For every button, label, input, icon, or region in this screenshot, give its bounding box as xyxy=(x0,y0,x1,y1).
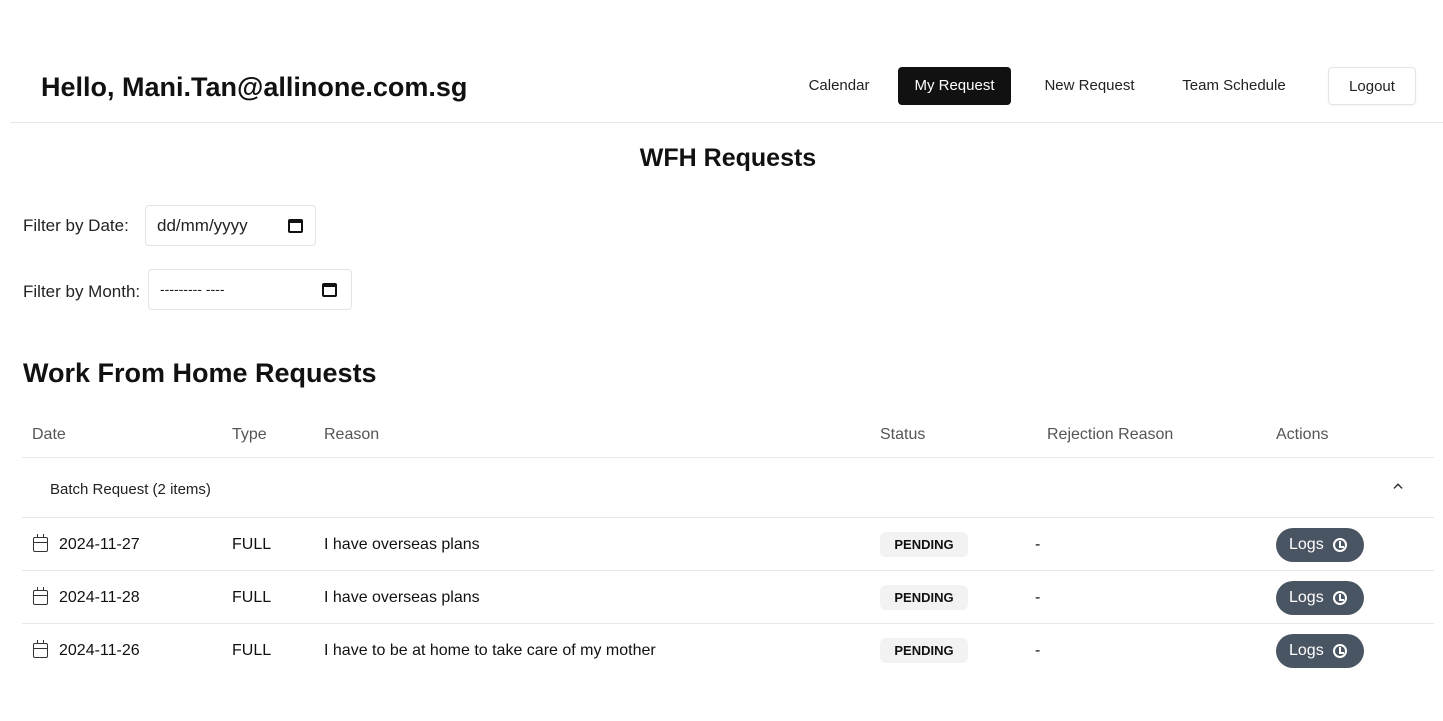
logs-button[interactable]: Logs xyxy=(1276,581,1364,615)
row-rejection-reason: - xyxy=(1035,642,1041,659)
calendar-icon[interactable] xyxy=(322,283,337,297)
logs-label: Logs xyxy=(1289,642,1324,659)
row-reason: I have to be at home to take care of my … xyxy=(324,642,656,659)
calendar-icon xyxy=(33,587,48,605)
calendar-icon[interactable] xyxy=(288,219,303,233)
column-header-date: Date xyxy=(32,426,66,443)
column-header-status: Status xyxy=(880,426,926,443)
row-rejection-reason: - xyxy=(1035,589,1041,606)
row-reason: I have overseas plans xyxy=(324,536,480,553)
chevron-up-icon[interactable] xyxy=(1393,483,1403,493)
row-type: FULL xyxy=(232,536,272,553)
row-date: 2024-11-27 xyxy=(59,536,140,553)
history-icon xyxy=(1333,644,1347,658)
column-header-type: Type xyxy=(232,426,267,443)
nav-calendar[interactable]: Calendar xyxy=(789,67,889,105)
date-filter-value: dd/mm/yyyy xyxy=(157,216,248,235)
column-header-actions: Actions xyxy=(1276,426,1329,443)
month-filter-input[interactable]: --------- ---- xyxy=(148,269,352,310)
batch-request-label[interactable]: Batch Request (2 items) xyxy=(50,481,211,498)
status-badge: PENDING xyxy=(880,638,968,663)
logout-button[interactable]: Logout xyxy=(1328,67,1416,105)
status-badge: PENDING xyxy=(880,532,968,557)
table-row: 2024-11-27 FULL I have overseas plans PE… xyxy=(22,518,1434,571)
history-icon xyxy=(1333,591,1347,605)
top-header: Hello, Mani.Tan@allinone.com.sg Calendar… xyxy=(10,52,1443,123)
calendar-icon xyxy=(33,640,48,658)
calendar-icon xyxy=(33,534,48,552)
logs-button[interactable]: Logs xyxy=(1276,528,1364,562)
logs-label: Logs xyxy=(1289,589,1324,606)
nav-team-schedule[interactable]: Team Schedule xyxy=(1174,67,1294,105)
column-header-rejection-reason: Rejection Reason xyxy=(1047,426,1174,443)
row-reason: I have overseas plans xyxy=(324,589,480,606)
filter-date-label: Filter by Date: xyxy=(23,216,129,235)
row-date: 2024-11-26 xyxy=(59,642,140,659)
row-type: FULL xyxy=(232,589,272,606)
greeting-title: Hello, Mani.Tan@allinone.com.sg xyxy=(41,72,468,102)
table-row: 2024-11-28 FULL I have overseas plans PE… xyxy=(22,571,1434,624)
logs-label: Logs xyxy=(1289,536,1324,553)
history-icon xyxy=(1333,538,1347,552)
logs-button[interactable]: Logs xyxy=(1276,634,1364,668)
page-title: WFH Requests xyxy=(639,144,817,172)
row-divider xyxy=(22,457,1434,458)
filter-month-label: Filter by Month: xyxy=(23,282,141,301)
table-row: 2024-11-26 FULL I have to be at home to … xyxy=(22,624,1434,677)
date-filter-input[interactable]: dd/mm/yyyy xyxy=(145,205,316,246)
column-header-reason: Reason xyxy=(324,426,380,443)
row-type: FULL xyxy=(232,642,272,659)
status-badge: PENDING xyxy=(880,585,968,610)
nav-my-request[interactable]: My Request xyxy=(898,67,1011,105)
section-title: Work From Home Requests xyxy=(23,358,377,388)
nav-new-request[interactable]: New Request xyxy=(1032,67,1147,105)
row-date: 2024-11-28 xyxy=(59,589,140,606)
row-rejection-reason: - xyxy=(1035,536,1041,553)
month-filter-value: --------- ---- xyxy=(160,281,225,297)
